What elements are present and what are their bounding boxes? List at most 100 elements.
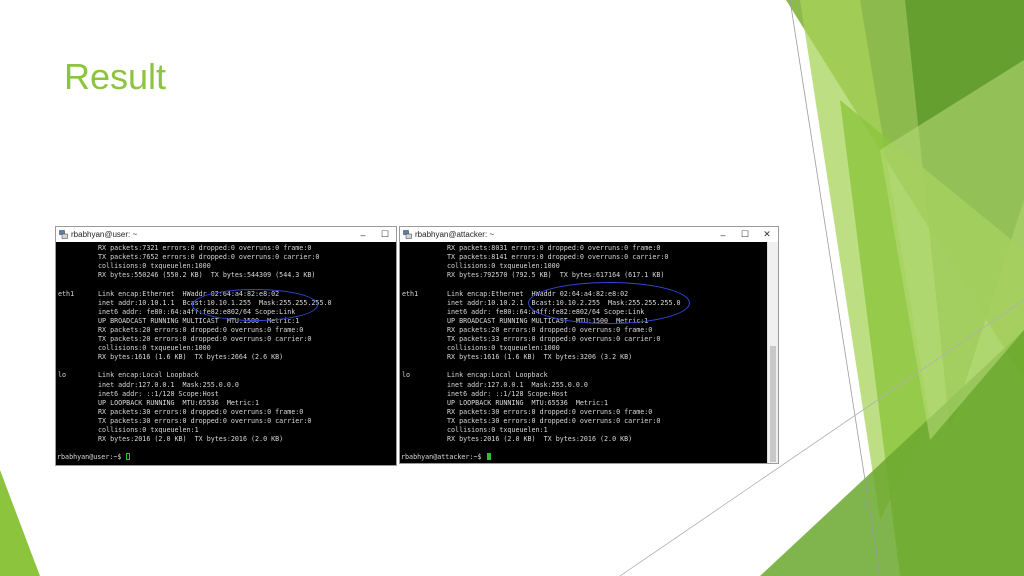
line-text: inet addr:127.0.0.1 Mask:255.0.0.0 [447,380,588,389]
terminal-line: TX packets:30 errors:0 dropped:0 overrun… [56,417,396,426]
scrollbar[interactable] [767,242,778,463]
line-text: RX packets:20 errors:0 dropped:0 overrun… [447,325,653,334]
line-text: RX packets:20 errors:0 dropped:0 overrun… [98,325,304,334]
shell-prompt: rbabhyan@attacker:~$ [401,453,486,462]
terminal-line: collisions:0 txqueuelen:1 [400,426,768,435]
line-text: RX bytes:2016 (2.0 KB) TX bytes:2016 (2.… [447,435,633,444]
minimize-button[interactable]: – [712,227,734,242]
terminal-line: RX packets:30 errors:0 dropped:0 overrun… [400,408,768,417]
annotation-circle [528,282,690,324]
interface-name: eth1 [58,289,75,298]
line-text: TX packets:30 errors:0 dropped:0 overrun… [447,416,661,425]
terminal-line: RX bytes:550246 (550.2 KB) TX bytes:5443… [56,271,396,280]
line-text: inet6 addr: ::1/128 Scope:Host [447,389,568,398]
terminal-line: collisions:0 txqueuelen:1000 [400,344,768,353]
close-button[interactable]: ✕ [756,227,778,242]
putty-icon [59,230,68,239]
interface-name: eth1 [402,289,419,298]
terminal-line: RX packets:7321 errors:0 dropped:0 overr… [56,244,396,253]
terminal-window-user[interactable]: rbabhyan@user: ~ – ☐ RX packets:7321 err… [55,226,397,466]
minimize-button[interactable]: – [352,227,374,242]
slide-title: Result [64,56,167,97]
line-text: RX bytes:550246 (550.2 KB) TX bytes:5443… [98,271,316,280]
putty-icon [403,230,412,239]
terminal-line: inet6 addr: ::1/128 Scope:Host [400,390,768,399]
line-text: UP LOOPBACK RUNNING MTU:65536 Metric:1 [447,398,609,407]
line-text: RX bytes:1616 (1.6 KB) TX bytes:2664 (2.… [98,353,284,362]
line-text: TX packets:8141 errors:0 dropped:0 overr… [447,253,669,262]
terminal-line: TX packets:8141 errors:0 dropped:0 overr… [400,253,768,262]
terminal-line: lo Link encap:Local Loopback [56,371,396,380]
line-text: collisions:0 txqueuelen:1 [98,426,199,434]
title-bar[interactable]: rbabhyan@user: ~ – ☐ [56,227,396,242]
line-text: Link encap:Local Loopback [98,371,199,380]
terminal-line: lo Link encap:Local Loopback [400,371,768,380]
terminal-output[interactable]: RX packets:7321 errors:0 dropped:0 overr… [56,242,396,465]
line-text: RX bytes:2016 (2.0 KB) TX bytes:2016 (2.… [98,435,284,444]
shell-prompt: rbabhyan@user:~$ [57,453,126,462]
interface-name: lo [402,371,411,380]
terminal-line: UP LOOPBACK RUNNING MTU:65536 Metric:1 [56,399,396,408]
terminal-line: RX packets:30 errors:0 dropped:0 overrun… [56,408,396,417]
terminal-output[interactable]: RX packets:8031 errors:0 dropped:0 overr… [400,242,768,463]
terminal-line: TX packets:30 errors:0 dropped:0 overrun… [400,417,768,426]
line-text: RX bytes:1616 (1.6 KB) TX bytes:3206 (3.… [447,353,633,362]
line-text: collisions:0 txqueuelen:1000 [447,262,560,271]
line-text: TX packets:20 errors:0 dropped:0 overrun… [98,335,312,343]
terminal-line: collisions:0 txqueuelen:1 [56,426,396,435]
terminal-line: TX packets:33 errors:0 dropped:0 overrun… [400,335,768,344]
annotation-circle [192,289,318,321]
line-text: RX packets:30 errors:0 dropped:0 overrun… [447,407,653,416]
terminal-line: RX packets:8031 errors:0 dropped:0 overr… [400,244,768,253]
line-text: inet6 addr: ::1/128 Scope:Host [98,389,219,398]
terminal-line: TX packets:7652 errors:0 dropped:0 overr… [56,253,396,262]
terminal-line: RX bytes:1616 (1.6 KB) TX bytes:3206 (3.… [400,353,768,362]
scrollbar-thumb[interactable] [770,346,776,462]
line-text: collisions:0 txqueuelen:1000 [447,344,560,353]
window-title: rbabhyan@user: ~ [71,230,138,239]
terminal-line: RX bytes:792570 (792.5 KB) TX bytes:6171… [400,271,768,280]
deco-shape-left [0,470,40,576]
terminal-window-attacker[interactable]: rbabhyan@attacker: ~ – ☐ ✕ RX packets:80… [399,226,779,464]
line-text: RX packets:8031 errors:0 dropped:0 overr… [447,244,661,252]
terminal-line: TX packets:20 errors:0 dropped:0 overrun… [56,335,396,344]
terminal-line: RX packets:20 errors:0 dropped:0 overrun… [400,326,768,335]
line-text: TX packets:30 errors:0 dropped:0 overrun… [98,416,312,425]
terminal-line: inet6 addr: ::1/128 Scope:Host [56,390,396,399]
terminal-line: collisions:0 txqueuelen:1000 [56,344,396,353]
line-text: inet addr:127.0.0.1 Mask:255.0.0.0 [98,380,239,389]
terminal-line: RX bytes:2016 (2.0 KB) TX bytes:2016 (2.… [56,435,396,444]
title-bar[interactable]: rbabhyan@attacker: ~ – ☐ ✕ [400,227,778,242]
terminal-line: collisions:0 txqueuelen:1000 [56,262,396,271]
line-text: collisions:0 txqueuelen:1000 [98,262,211,271]
maximize-button[interactable]: ☐ [374,227,396,242]
window-title: rbabhyan@attacker: ~ [415,230,495,239]
line-text: UP LOOPBACK RUNNING MTU:65536 Metric:1 [98,398,260,407]
terminal-line: collisions:0 txqueuelen:1000 [400,262,768,271]
slide: Result rbabhyan@user: ~ – ☐ RX packets:7… [0,0,1024,576]
line-text: RX packets:7321 errors:0 dropped:0 overr… [98,244,312,252]
line-text: collisions:0 txqueuelen:1 [447,426,548,434]
terminal-line: RX packets:20 errors:0 dropped:0 overrun… [56,326,396,335]
cursor [486,453,491,461]
line-text: collisions:0 txqueuelen:1000 [98,344,211,353]
line-text: RX bytes:792570 (792.5 KB) TX bytes:6171… [447,271,665,280]
line-text: TX packets:33 errors:0 dropped:0 overrun… [447,335,661,343]
line-text: TX packets:7652 errors:0 dropped:0 overr… [98,253,320,262]
prompt-line[interactable]: rbabhyan@user:~$ [57,453,131,462]
terminal-line: RX bytes:2016 (2.0 KB) TX bytes:2016 (2.… [400,435,768,444]
interface-name: lo [58,371,67,380]
maximize-button[interactable]: ☐ [734,227,756,242]
terminal-line: inet addr:127.0.0.1 Mask:255.0.0.0 [400,381,768,390]
prompt-line[interactable]: rbabhyan@attacker:~$ [401,453,491,462]
terminal-line: UP LOOPBACK RUNNING MTU:65536 Metric:1 [400,399,768,408]
line-text: Link encap:Local Loopback [447,371,548,380]
terminal-line: inet addr:127.0.0.1 Mask:255.0.0.0 [56,381,396,390]
line-text: RX packets:30 errors:0 dropped:0 overrun… [98,407,304,416]
terminal-line: RX bytes:1616 (1.6 KB) TX bytes:2664 (2.… [56,353,396,362]
